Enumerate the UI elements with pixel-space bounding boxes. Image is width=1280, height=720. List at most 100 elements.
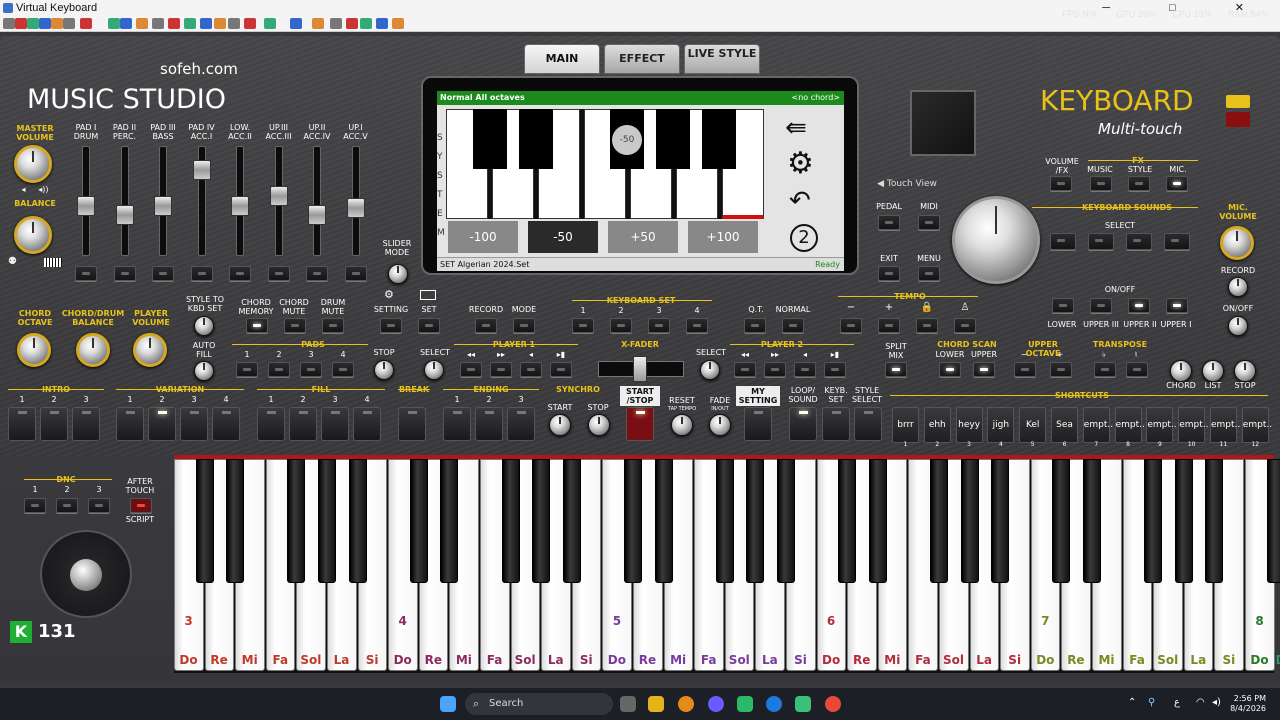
file-explorer-icon[interactable] bbox=[648, 696, 664, 712]
tempo-button[interactable] bbox=[954, 318, 976, 333]
black-key[interactable] bbox=[532, 459, 551, 583]
black-key[interactable] bbox=[287, 459, 306, 583]
variation-3-button[interactable] bbox=[180, 407, 208, 441]
virtual-keyboard-taskbar-icon[interactable] bbox=[795, 696, 811, 712]
toolbar-icon[interactable] bbox=[15, 18, 27, 29]
fade-knob[interactable] bbox=[709, 414, 731, 436]
transpose-flat-button[interactable] bbox=[1094, 362, 1116, 377]
slider-mute-button[interactable] bbox=[344, 266, 367, 281]
camera-icon[interactable] bbox=[1226, 95, 1250, 108]
player1-transport-button[interactable] bbox=[520, 362, 542, 377]
black-key[interactable] bbox=[777, 459, 795, 583]
style-fx-button[interactable] bbox=[1128, 176, 1150, 191]
taskbar-clock[interactable]: 2:56 PM 8/4/2026 bbox=[1230, 694, 1266, 714]
tuning-black-key[interactable] bbox=[473, 109, 507, 169]
chord-octave-knob[interactable] bbox=[17, 333, 51, 367]
slider-mode-knob[interactable] bbox=[388, 264, 408, 284]
fill-2-button[interactable] bbox=[289, 407, 317, 441]
slider-track[interactable] bbox=[120, 146, 129, 256]
fill-1-button[interactable] bbox=[257, 407, 285, 441]
wifi-icon[interactable]: ◠ bbox=[1196, 697, 1205, 708]
mic-volume-knob[interactable] bbox=[1220, 226, 1254, 260]
shortcut-button[interactable]: jigh bbox=[987, 407, 1015, 443]
sound-select-upper2[interactable] bbox=[1126, 233, 1152, 250]
drum-mute-button[interactable] bbox=[322, 318, 344, 333]
black-key[interactable] bbox=[715, 459, 734, 583]
toolbar-icon[interactable] bbox=[244, 18, 256, 29]
synchro-stop-knob[interactable] bbox=[588, 414, 610, 436]
slider-mute-button[interactable] bbox=[75, 266, 97, 281]
break-1-button[interactable] bbox=[398, 407, 426, 441]
player2-select-knob[interactable] bbox=[700, 360, 720, 380]
black-key[interactable] bbox=[409, 459, 428, 583]
shortcut-button[interactable]: brrr bbox=[892, 407, 919, 443]
ending-3-button[interactable] bbox=[507, 407, 535, 441]
black-key[interactable] bbox=[562, 459, 581, 583]
toolbar-icon[interactable] bbox=[27, 18, 39, 29]
fill-4-button[interactable] bbox=[353, 407, 381, 441]
player1-transport-button[interactable] bbox=[460, 362, 482, 377]
toolbar-icon[interactable] bbox=[80, 18, 92, 29]
task-view-icon[interactable] bbox=[620, 696, 636, 712]
black-key[interactable] bbox=[960, 459, 979, 583]
toolbar-icon[interactable] bbox=[330, 18, 342, 29]
black-key[interactable] bbox=[318, 459, 336, 583]
toolbar-icon[interactable] bbox=[51, 18, 63, 29]
player1-select-knob[interactable] bbox=[424, 360, 444, 380]
tempo-button[interactable] bbox=[916, 318, 938, 333]
keyboard-set-3-button[interactable] bbox=[648, 318, 670, 333]
player1-transport-button[interactable] bbox=[490, 362, 512, 377]
pad-2-button[interactable] bbox=[268, 362, 290, 377]
sound-onoff-lower[interactable] bbox=[1052, 298, 1074, 313]
shortcut-button[interactable]: Sea bbox=[1051, 407, 1078, 443]
black-key[interactable] bbox=[991, 459, 1010, 583]
shortcut-button[interactable]: empt.. bbox=[1241, 407, 1272, 443]
pad-3-button[interactable] bbox=[300, 362, 322, 377]
slider-mute-button[interactable] bbox=[229, 266, 251, 281]
variation-4-button[interactable] bbox=[212, 407, 240, 441]
shortcut-button[interactable]: ehh bbox=[923, 407, 951, 443]
taskbar-search[interactable]: ⌕ Search bbox=[465, 693, 613, 715]
black-key[interactable] bbox=[195, 459, 214, 583]
shortcut-button[interactable]: heyy bbox=[955, 407, 983, 443]
player-volume-knob[interactable] bbox=[133, 333, 167, 367]
slider-mute-button[interactable] bbox=[267, 266, 290, 281]
upper-octave-plus-button[interactable] bbox=[1050, 362, 1072, 377]
mic-fx-button[interactable] bbox=[1166, 176, 1188, 191]
black-key[interactable] bbox=[1083, 459, 1101, 583]
toolbar-icon[interactable] bbox=[376, 18, 388, 29]
slider-handle[interactable] bbox=[192, 160, 211, 180]
slider-mute-button[interactable] bbox=[190, 266, 213, 281]
style-to-kbd-knob[interactable] bbox=[194, 316, 214, 336]
shortcut-button[interactable]: empt.. bbox=[1146, 407, 1177, 443]
toolbar-icon[interactable] bbox=[39, 18, 51, 29]
kbd-set-button[interactable] bbox=[822, 407, 850, 441]
slider-handle[interactable] bbox=[77, 196, 95, 216]
intro-1-button[interactable] bbox=[8, 407, 36, 441]
black-key[interactable] bbox=[226, 459, 245, 583]
slider-mute-button[interactable] bbox=[152, 266, 174, 281]
slider-mute-button[interactable] bbox=[113, 266, 136, 281]
start-stop-button[interactable] bbox=[626, 407, 654, 441]
upper-octave-minus-button[interactable] bbox=[1014, 362, 1036, 377]
midi-button[interactable] bbox=[918, 215, 940, 230]
dnc-2-button[interactable] bbox=[56, 498, 78, 513]
keyboard-set-2-button[interactable] bbox=[610, 318, 632, 333]
preset-minus-100[interactable]: -100 bbox=[448, 221, 518, 253]
exit-button[interactable] bbox=[878, 266, 900, 281]
dnc-1-button[interactable] bbox=[24, 498, 46, 513]
player2-transport-button[interactable] bbox=[764, 362, 786, 377]
intro-2-button[interactable] bbox=[40, 407, 68, 441]
chord-memory-button[interactable] bbox=[246, 318, 268, 333]
toolbar-icon[interactable] bbox=[184, 18, 196, 29]
black-key[interactable] bbox=[440, 459, 459, 583]
slider-mute-button[interactable] bbox=[306, 266, 328, 281]
mic-record-knob[interactable] bbox=[1228, 277, 1248, 297]
style-select-button[interactable] bbox=[854, 407, 882, 441]
tuning-black-key[interactable] bbox=[702, 109, 736, 169]
list-knob[interactable] bbox=[1202, 360, 1224, 382]
tray-chevron-icon[interactable]: ⌃ bbox=[1128, 697, 1136, 708]
chord-drum-balance-knob[interactable] bbox=[76, 333, 110, 367]
black-key[interactable] bbox=[1266, 459, 1280, 583]
toolbar-icon[interactable] bbox=[3, 18, 15, 29]
